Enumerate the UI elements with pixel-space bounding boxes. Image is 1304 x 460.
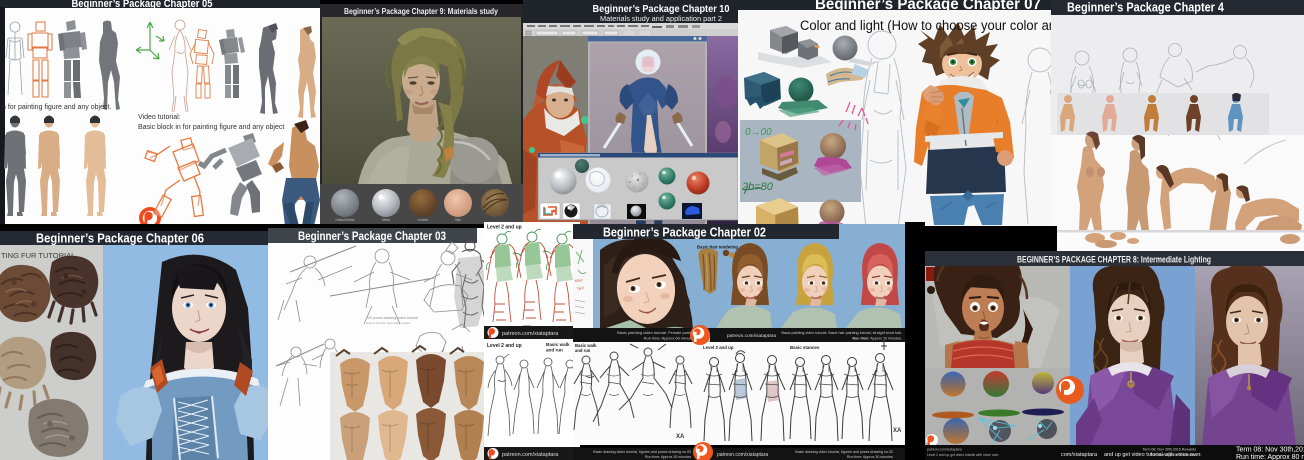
svg-text:and run: and run (575, 348, 591, 353)
svg-text:Beginner’s Package Chapter 05: Beginner’s Package Chapter 05 (72, 0, 213, 10)
svg-text:Basic Hair rendering: Basic Hair rendering (697, 245, 738, 250)
svg-text:Materials study and applicatio: Materials study and application part 2 (600, 16, 722, 23)
svg-text:Metal: Metal (382, 218, 390, 222)
svg-text:How to find the best action po: How to find the best action poses (366, 321, 411, 325)
svg-text:Basic walk: Basic walk (546, 342, 570, 347)
svg-text:com/xiataptara: com/xiataptara (1061, 452, 1098, 458)
svg-text:patreon.com/xiataptara: patreon.com/xiataptara (717, 452, 768, 458)
svg-text:patreon.com/xiataptara: patreon.com/xiataptara (502, 331, 559, 337)
svg-text:Skin: Skin (455, 218, 461, 222)
svg-text:Basic painting video tutorial.: Basic painting video tutorial. Female po… (617, 330, 696, 335)
svg-text:Beginner’s Package Chapter 02: Beginner’s Package Chapter 02 (603, 226, 766, 240)
svg-text:Term 08: Nov 30th,2016 R□: Term 08: Nov 30th,2016 R□ (1236, 447, 1304, 454)
svg-text:Leather: Leather (418, 218, 430, 222)
svg-text:Basic drawing video tutorial,: Basic drawing video tutorial, figures an… (795, 450, 893, 454)
svg-text:Beginner’s Package Chapter 9:: Beginner’s Package Chapter 9: Materials … (344, 7, 498, 16)
svg-text:Beginner’s Package Chapter 03: Beginner’s Package Chapter 03 (298, 231, 446, 243)
svg-text:Level 2 and up: Level 2 and up (487, 343, 522, 349)
svg-text:Beginner’s Package Chapter 10: Beginner’s Package Chapter 10 (593, 3, 730, 15)
svg-text:Basic drawing video tutorial,: Basic drawing video tutorial, figures an… (593, 450, 691, 454)
svg-text:patreon.com/xiataptara: patreon.com/xiataptara (502, 452, 559, 458)
svg-text:Run time: Approx 30 minutes: Run time: Approx 30 minutes (645, 455, 691, 459)
svg-text:Level 2 and up get video tutor: Level 2 and up get video tutorial with v… (927, 453, 999, 457)
svg-text:Term 08: Nov 30th,2016 Rewards: Term 08: Nov 30th,2016 Rewards (1142, 448, 1196, 452)
svg-text:Basic block in for painting fi: Basic block in for painting figure and a… (138, 124, 284, 131)
svg-text:and run: and run (546, 348, 563, 353)
svg-text:XA: XA (676, 434, 685, 440)
svg-text:Level 2 and up: Level 2 and up (487, 225, 522, 231)
svg-text:Beginner’s Package Chapter 4: Beginner’s Package Chapter 4 (1067, 0, 1225, 15)
svg-text:patreon.com/xiataptara: patreon.com/xiataptara (727, 333, 776, 339)
svg-text:BEGINNER’S PACKAGE CHAPTER 8:: BEGINNER’S PACKAGE CHAPTER 8: Intermedia… (1017, 255, 1211, 265)
svg-text:and up get video tutorial with: and up get video tutorial with voice ove… (1104, 452, 1202, 458)
svg-text:patreon.com/xiataptara: patreon.com/xiataptara (927, 448, 962, 452)
svg-text:Beginner’s Package Chapter 06: Beginner’s Package Chapter 06 (36, 231, 204, 246)
svg-text:Basic stances: Basic stances (790, 345, 820, 350)
svg-text:Run time: Approx 30 minutes.: Run time: Approx 30 minutes. (852, 337, 902, 341)
svg-text:+20 poses drawing video tutori: +20 poses drawing video tutorial (366, 316, 418, 320)
svg-text:Level 2 and up: Level 2 and up (703, 345, 734, 350)
svg-text:Run time: Approx 80 n: Run time: Approx 80 n (1236, 454, 1304, 460)
svg-text:0→00: 0→00 (745, 127, 772, 138)
svg-text:Run time: Approx 30 minutes: Run time: Approx 30 minutes (847, 455, 893, 459)
svg-text:Color and light (How to choose: Color and light (How to choose your colo… (800, 18, 1056, 33)
svg-text:Video tutorial:: Video tutorial: (138, 114, 181, 121)
svg-text:Default Matte: Default Matte (336, 218, 355, 222)
svg-text:XA: XA (893, 428, 902, 434)
svg-text:Run time: Approx 60 minutes: Run time: Approx 60 minutes (644, 336, 695, 341)
svg-text:Basic painting video tutorial.: Basic painting video tutorial. Basic hai… (781, 331, 902, 335)
svg-text:n for painting figure and any: n for painting figure and any object. (2, 104, 111, 111)
